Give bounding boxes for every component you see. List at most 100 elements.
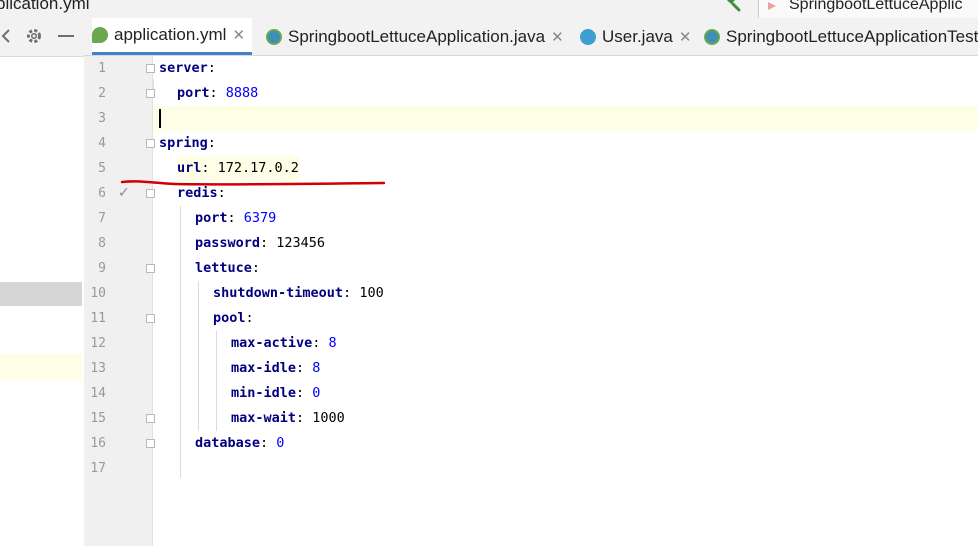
check-icon[interactable]: ✓ <box>118 181 132 206</box>
tab-application-yml[interactable]: application.yml ✕ <box>92 18 252 55</box>
line-number: 14 <box>90 386 106 401</box>
yaml-key: port <box>195 210 228 226</box>
yaml-key: min-idle <box>231 385 297 401</box>
editor-tab-bar: application.yml ✕ SpringbootLettuceAppli… <box>84 18 978 56</box>
tab-springboot-lettuce-application-test[interactable]: SpringbootLettuceApplicationTest <box>704 18 978 55</box>
spring-yaml-icon <box>92 27 108 43</box>
project-tree-highlight-row[interactable] <box>0 354 82 380</box>
yaml-key: max-wait <box>231 410 297 426</box>
minimize-icon[interactable] <box>56 26 76 46</box>
yaml-separator: : <box>245 310 254 326</box>
code-line[interactable]: url: 172.17.0.2 <box>177 156 299 181</box>
tab-label: SpringbootLettuceApplication.java <box>288 26 546 46</box>
tab-label: application.yml <box>114 25 227 44</box>
run-configuration-label: SpringbootLettuceApplic <box>789 0 963 13</box>
fold-close-icon[interactable] <box>146 439 155 448</box>
indent-guide <box>180 206 181 478</box>
yaml-key: lettuce <box>195 260 252 276</box>
current-line-highlight <box>153 106 978 131</box>
code-line[interactable]: password: 123456 <box>195 231 325 256</box>
fold-open-icon[interactable] <box>146 64 155 73</box>
spring-run-icon <box>768 2 776 10</box>
code-line[interactable]: server: <box>159 56 216 81</box>
close-icon[interactable]: ✕ <box>232 26 245 44</box>
yaml-separator: : <box>312 335 329 351</box>
yaml-key: redis <box>177 185 218 201</box>
code-line[interactable]: database: 0 <box>195 431 284 456</box>
code-line[interactable]: lettuce: <box>195 256 260 281</box>
yaml-key: port <box>177 85 210 101</box>
fold-open-icon[interactable] <box>146 189 155 198</box>
yaml-value: 6379 <box>243 210 277 226</box>
code-line[interactable]: pool: <box>213 306 254 331</box>
line-number: 11 <box>90 311 106 326</box>
yaml-separator: : <box>201 160 218 176</box>
yaml-value: 123456 <box>276 235 326 251</box>
yaml-value: 1000 <box>312 410 345 426</box>
fold-open-icon[interactable] <box>146 264 155 273</box>
close-icon[interactable]: ✕ <box>679 28 692 46</box>
yaml-key: spring <box>159 135 208 151</box>
yaml-separator: : <box>296 385 313 401</box>
yaml-separator: : <box>251 260 261 276</box>
indent-guide <box>153 79 154 89</box>
fold-close-icon[interactable] <box>146 414 155 423</box>
yaml-value: 172.17.0.2 <box>217 160 299 176</box>
yaml-separator: : <box>296 360 313 376</box>
code-line[interactable]: port: 6379 <box>195 206 276 231</box>
tab-user-java[interactable]: User.java ✕ <box>580 18 692 55</box>
yaml-separator: : <box>296 410 313 426</box>
indent-guide <box>216 331 217 431</box>
close-icon[interactable]: ✕ <box>551 28 564 46</box>
yaml-separator: : <box>209 85 226 101</box>
line-number: 9 <box>98 261 106 276</box>
code-line[interactable]: max-wait: 1000 <box>231 406 345 431</box>
yaml-value: 8 <box>328 335 337 351</box>
yaml-key: shutdown-timeout <box>213 285 344 301</box>
line-number: 12 <box>90 336 106 351</box>
code-editor[interactable]: 1 server: 2 port: 8888 3 4 spring: 5 url: 172.17… <box>84 56 978 546</box>
yaml-value: 8 <box>312 360 321 376</box>
yaml-separator: : <box>260 435 277 451</box>
text-caret <box>159 109 161 128</box>
line-number: 8 <box>98 236 106 251</box>
build-hammer-icon[interactable] <box>722 0 742 12</box>
yaml-separator: : <box>207 60 216 76</box>
gear-icon[interactable] <box>24 26 44 46</box>
title-bar: plication.yml SpringbootLettuceApplic <box>0 0 978 19</box>
collapse-icon[interactable] <box>0 26 16 46</box>
yaml-key: database <box>195 435 261 451</box>
fold-open-icon[interactable] <box>146 314 155 323</box>
line-number: 6 <box>98 186 106 201</box>
line-number: 1 <box>98 61 106 76</box>
code-line[interactable]: min-idle: 0 <box>231 381 320 406</box>
code-line[interactable]: redis: <box>177 181 226 206</box>
line-number: 7 <box>98 211 106 226</box>
line-number: 16 <box>90 436 106 451</box>
yaml-key: server <box>159 60 208 76</box>
yaml-separator: : <box>217 185 226 201</box>
code-line[interactable]: shutdown-timeout: 100 <box>213 281 384 306</box>
tab-label: SpringbootLettuceApplicationTest <box>726 26 978 46</box>
line-number: 15 <box>90 411 106 426</box>
yaml-value: 0 <box>276 435 285 451</box>
test-class-icon <box>704 28 720 45</box>
code-line[interactable]: port: 8888 <box>177 81 258 106</box>
code-line[interactable]: max-idle: 8 <box>231 356 320 381</box>
tab-springboot-lettuce-application[interactable]: SpringbootLettuceApplication.java ✕ <box>266 18 566 55</box>
tool-window-toolbar <box>0 18 84 57</box>
spring-class-icon <box>266 28 282 45</box>
code-line[interactable]: spring: <box>159 131 216 156</box>
fold-close-icon[interactable] <box>146 89 155 98</box>
line-number: 2 <box>98 86 106 101</box>
fold-open-icon[interactable] <box>146 139 155 148</box>
code-line[interactable]: max-active: 8 <box>231 331 337 356</box>
run-configuration-select[interactable]: SpringbootLettuceApplic <box>758 0 978 18</box>
yaml-separator: : <box>260 235 277 251</box>
tab-label: User.java <box>602 26 673 46</box>
project-tree-selected-row[interactable] <box>0 282 82 306</box>
yaml-key: max-active <box>231 335 313 351</box>
yaml-value: 8888 <box>225 85 259 101</box>
line-number: 17 <box>90 461 106 476</box>
line-number: 10 <box>90 286 106 301</box>
